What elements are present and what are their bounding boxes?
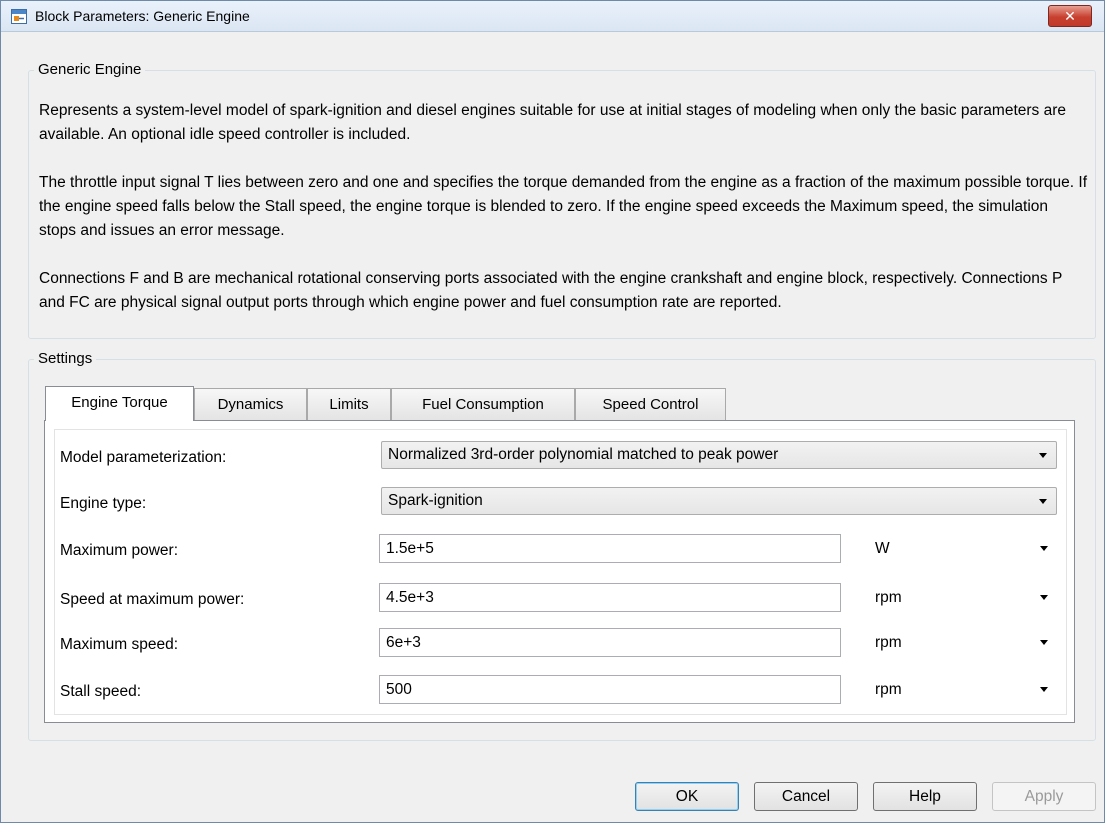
description-paragraph: Represents a system-level model of spark… xyxy=(39,102,1066,143)
tab-engine-torque[interactable]: Engine Torque xyxy=(45,386,194,421)
tab-limits[interactable]: Limits xyxy=(307,388,391,420)
speed-at-max-power-label: Speed at maximum power: xyxy=(60,591,245,608)
stall-speed-unit-select[interactable]: rpm xyxy=(867,675,1059,704)
ok-button[interactable]: OK xyxy=(635,782,739,811)
chevron-down-icon xyxy=(1040,546,1048,551)
maximum-speed-unit-value: rpm xyxy=(875,634,902,651)
speed-at-max-power-field[interactable]: 4.5e+3 xyxy=(379,583,841,612)
engine-type-value: Spark-ignition xyxy=(388,492,483,509)
title-bar[interactable]: Block Parameters: Generic Engine ✕ xyxy=(1,1,1104,32)
chevron-down-icon xyxy=(1039,453,1047,458)
engine-type-label: Engine type: xyxy=(60,495,147,512)
speed-at-max-power-unit-select[interactable]: rpm xyxy=(867,583,1059,612)
stall-speed-field[interactable]: 500 xyxy=(379,675,841,704)
speed-at-max-power-unit-value: rpm xyxy=(875,589,902,606)
apply-button[interactable]: Apply xyxy=(992,782,1096,811)
description-paragraph: The throttle input signal T lies between… xyxy=(39,174,1088,239)
settings-label: Settings xyxy=(34,350,97,367)
tab-speed-control[interactable]: Speed Control xyxy=(575,388,726,420)
model-parameterization-value: Normalized 3rd-order polynomial matched … xyxy=(388,446,779,463)
maximum-speed-label: Maximum speed: xyxy=(60,636,179,653)
chevron-down-icon xyxy=(1039,499,1047,504)
model-parameterization-label: Model parameterization: xyxy=(60,449,227,466)
maximum-power-unit-select[interactable]: W xyxy=(867,534,1059,563)
close-icon: ✕ xyxy=(1064,8,1076,24)
maximum-power-field[interactable]: 1.5e+5 xyxy=(379,534,841,563)
maximum-speed-field[interactable]: 6e+3 xyxy=(379,628,841,657)
window-title: Block Parameters: Generic Engine xyxy=(35,8,250,24)
block-parameters-dialog: Block Parameters: Generic Engine ✕ Gener… xyxy=(0,0,1105,823)
tab-dynamics[interactable]: Dynamics xyxy=(194,388,307,420)
maximum-power-label: Maximum power: xyxy=(60,542,178,559)
cancel-button[interactable]: Cancel xyxy=(754,782,858,811)
close-button[interactable]: ✕ xyxy=(1048,5,1092,27)
model-parameterization-dropdown[interactable]: Normalized 3rd-order polynomial matched … xyxy=(381,441,1057,469)
block-description: Represents a system-level model of spark… xyxy=(39,99,1089,315)
engine-type-dropdown[interactable]: Spark-ignition xyxy=(381,487,1057,515)
tab-fuel-consumption[interactable]: Fuel Consumption xyxy=(391,388,575,420)
maximum-speed-unit-select[interactable]: rpm xyxy=(867,628,1059,657)
stall-speed-unit-value: rpm xyxy=(875,681,902,698)
block-name-label: Generic Engine xyxy=(34,61,146,78)
help-button[interactable]: Help xyxy=(873,782,977,811)
parameter-frame xyxy=(54,429,1067,715)
simulink-block-icon xyxy=(11,9,27,24)
chevron-down-icon xyxy=(1040,595,1048,600)
chevron-down-icon xyxy=(1040,640,1048,645)
stall-speed-label: Stall speed: xyxy=(60,683,141,700)
maximum-power-unit-value: W xyxy=(875,540,890,557)
chevron-down-icon xyxy=(1040,687,1048,692)
description-paragraph: Connections F and B are mechanical rotat… xyxy=(39,270,1063,311)
